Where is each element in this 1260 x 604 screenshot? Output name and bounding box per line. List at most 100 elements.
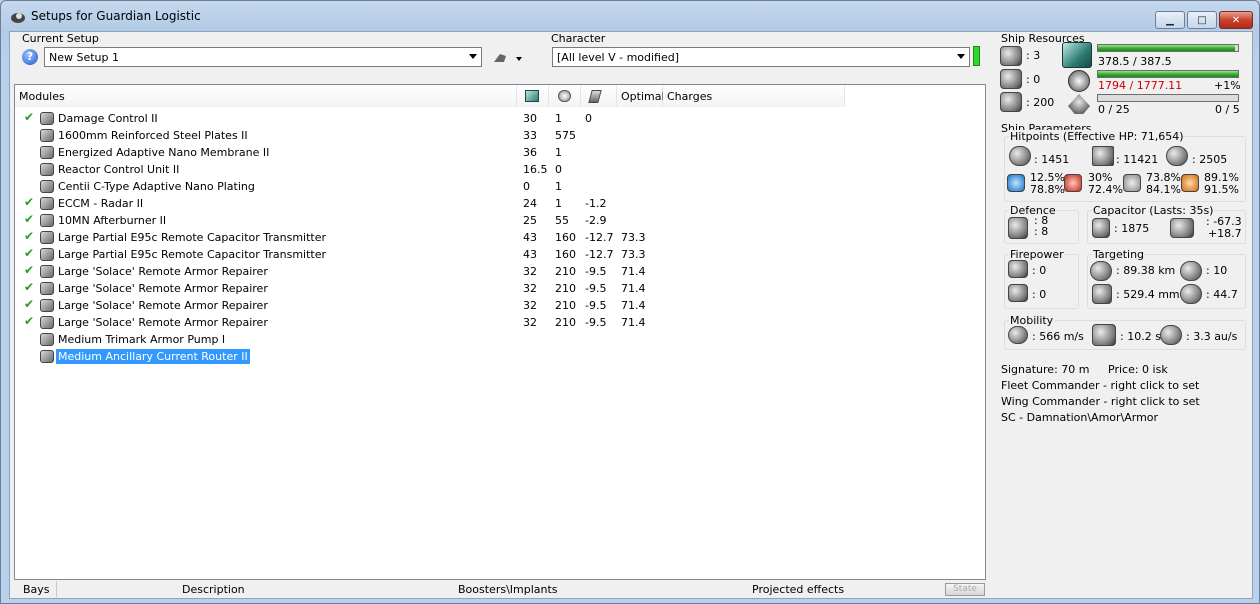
tab-projected-effects[interactable]: Projected effects: [752, 583, 844, 596]
module-optimal: 71.4: [621, 282, 646, 295]
module-cpu: 24: [523, 197, 537, 210]
defence-values: : 8: 8: [1034, 215, 1048, 237]
module-row[interactable]: ✔ 10MN Afterburner II 25 55 -2.9: [15, 212, 985, 229]
active-check-icon[interactable]: ✔: [24, 280, 34, 294]
module-cpu: 32: [523, 282, 537, 295]
current-setup-label: Current Setup: [22, 32, 99, 45]
header-powergrid[interactable]: [549, 85, 581, 107]
module-row[interactable]: ✔ Large 'Solace' Remote Armor Repairer 32 2…: [15, 314, 985, 331]
module-row[interactable]: ✔ Large 'Solace' Remote Armor Repairer 32 2…: [15, 297, 985, 314]
module-powergrid: 210: [555, 316, 576, 329]
drone-icon: [1068, 94, 1090, 114]
module-icon: [40, 180, 54, 193]
module-row[interactable]: 1600mm Reinforced Steel Plates II 33 575: [15, 127, 985, 144]
targeting-title: Targeting: [1092, 248, 1146, 261]
close-button[interactable]: ✕: [1219, 11, 1253, 29]
powergrid-resource-icon: [1068, 70, 1090, 92]
module-row[interactable]: ✔ ECCM - Radar II 24 1 -1.2: [15, 195, 985, 212]
window-title: Setups for Guardian Logistic: [31, 9, 201, 23]
hull-icon: [1166, 146, 1188, 166]
module-row[interactable]: ✔ Large 'Solace' Remote Armor Repairer 32 2…: [15, 280, 985, 297]
module-cpu: 30: [523, 112, 537, 125]
armor-hp-value: : 11421: [1116, 153, 1159, 166]
header-cpu[interactable]: [517, 85, 549, 107]
calibration-icon: [1000, 92, 1022, 112]
header-optimal[interactable]: Optimal: [617, 85, 665, 107]
header-charges-label: Charges: [667, 89, 713, 103]
tab-bays[interactable]: Bays: [23, 583, 50, 596]
header-charges[interactable]: Charges: [663, 85, 845, 107]
module-row[interactable]: ✔ Large 'Solace' Remote Armor Repairer 32 2…: [15, 263, 985, 280]
maximize-button[interactable]: □: [1187, 11, 1217, 29]
module-icon: [40, 316, 54, 329]
module-name: Reactor Control Unit II: [58, 163, 180, 176]
state-button[interactable]: State: [945, 583, 985, 596]
hull-hp-value: : 2505: [1192, 153, 1228, 166]
module-row[interactable]: Reactor Control Unit II 16.5 0: [15, 161, 985, 178]
header-modules[interactable]: Modules: [15, 85, 517, 107]
module-name: Damage Control II: [58, 112, 158, 125]
ship-menu-button[interactable]: [492, 50, 526, 66]
active-check-icon[interactable]: ✔: [24, 229, 34, 243]
capacitor-amount-icon: [1092, 218, 1110, 238]
module-cpu: 36: [523, 146, 537, 159]
modules-list: ✔ Damage Control II 30 1 0 1600mm Reinforced …: [15, 110, 985, 550]
module-row[interactable]: Energized Adaptive Nano Membrane II 36 1: [15, 144, 985, 161]
tab-description[interactable]: Description: [182, 583, 245, 596]
module-powergrid: 210: [555, 299, 576, 312]
kinetic-resist-icon: [1123, 174, 1141, 192]
powergrid-value: 1794 / 1777.11: [1098, 79, 1183, 92]
module-row[interactable]: Medium Trimark Armor Pump I: [15, 331, 985, 348]
hitpoints-title: Hitpoints (Effective HP: 71,654): [1009, 130, 1185, 143]
align-time-icon: [1092, 324, 1116, 346]
module-name: Large Partial E95c Remote Capacitor Tran…: [58, 248, 327, 261]
missile-dps-icon: [1008, 284, 1028, 302]
tab-boosters-implants[interactable]: Boosters\Implants: [458, 583, 558, 596]
header-capacitor[interactable]: [581, 85, 617, 107]
turret-slots-value: : 3: [1026, 49, 1041, 62]
module-cpu: 32: [523, 299, 537, 312]
module-icon: [40, 299, 54, 312]
setup-select[interactable]: New Setup 1: [44, 47, 482, 67]
active-check-icon[interactable]: ✔: [24, 314, 34, 328]
warp-speed-value: : 3.3 au/s: [1186, 330, 1238, 343]
module-powergrid: 1: [555, 112, 562, 125]
module-cpu: 0: [523, 180, 530, 193]
active-check-icon[interactable]: ✔: [24, 263, 34, 277]
minimize-button[interactable]: ▁: [1155, 11, 1185, 29]
fleet-commander-link[interactable]: Fleet Commander - right click to set: [1001, 379, 1199, 392]
defence-title: Defence: [1009, 204, 1057, 217]
missile-dps-value: : 0: [1032, 288, 1047, 301]
module-capacitor: -9.5: [585, 299, 607, 312]
launcher-slot-icon: [1000, 69, 1022, 89]
module-row[interactable]: ✔ Large Partial E95c Remote Capacitor Tra…: [15, 229, 985, 246]
active-check-icon[interactable]: ✔: [24, 110, 34, 124]
module-row[interactable]: Medium Ancillary Current Router II: [15, 348, 985, 365]
price-value: Price: 0 isk: [1108, 363, 1168, 376]
turret-dps-icon: [1008, 260, 1028, 278]
thermal-resist-icon: [1064, 174, 1082, 192]
module-name: 1600mm Reinforced Steel Plates II: [58, 129, 248, 142]
wing-commander-link[interactable]: Wing Commander - right click to set: [1001, 395, 1200, 408]
module-icon: [40, 265, 54, 278]
chevron-down-icon: [469, 54, 477, 59]
explosive-resist-values: 89.1% 91.5%: [1204, 172, 1239, 196]
active-check-icon[interactable]: ✔: [24, 297, 34, 311]
active-check-icon[interactable]: ✔: [24, 212, 34, 226]
module-cpu: 43: [523, 231, 537, 244]
module-cpu: 32: [523, 316, 537, 329]
module-name: Large 'Solace' Remote Armor Repairer: [58, 316, 268, 329]
defence-icon: [1008, 217, 1028, 239]
character-select[interactable]: [All level V - modified]: [552, 47, 970, 67]
module-optimal: 71.4: [621, 316, 646, 329]
module-cpu: 16.5: [523, 163, 548, 176]
module-row[interactable]: Centii C-Type Adaptive Nano Plating 0 1: [15, 178, 985, 195]
help-icon[interactable]: ?: [22, 49, 38, 65]
active-check-icon[interactable]: ✔: [24, 246, 34, 260]
module-row[interactable]: ✔ Damage Control II 30 1 0: [15, 110, 985, 127]
character-value: [All level V - modified]: [557, 50, 680, 64]
module-row[interactable]: ✔ Large Partial E95c Remote Capacitor Tra…: [15, 246, 985, 263]
active-check-icon[interactable]: ✔: [24, 195, 34, 209]
module-cpu: 32: [523, 265, 537, 278]
target-range-icon: [1090, 261, 1112, 281]
